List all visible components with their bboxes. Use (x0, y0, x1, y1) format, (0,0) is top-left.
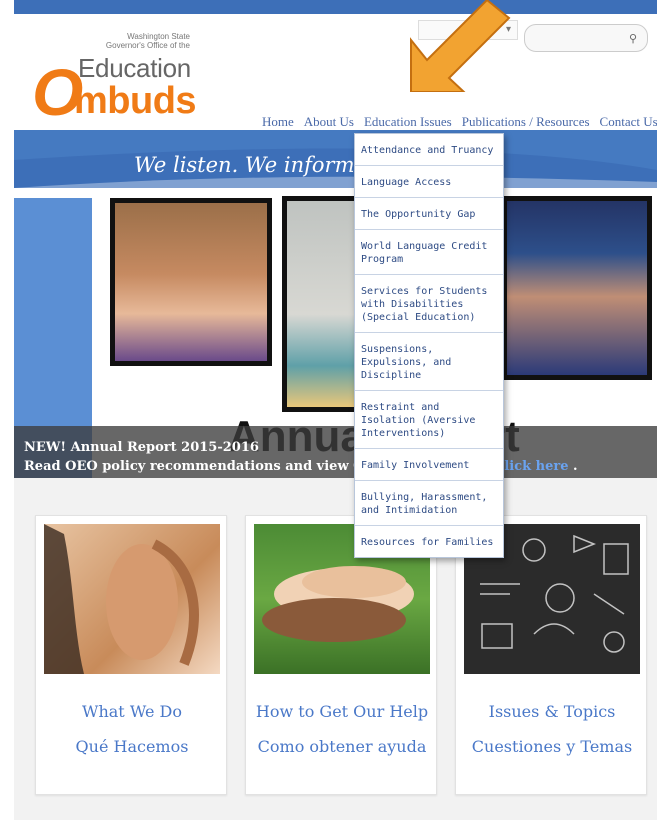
site-content: Washington State Governor's Office of th… (14, 0, 657, 820)
dropdown-item-opportunity-gap[interactable]: The Opportunity Gap (355, 198, 503, 230)
dropdown-item-special-education[interactable]: Services for Students with Disabilities … (355, 275, 503, 333)
news-link-wrap: Click here . (494, 459, 578, 474)
news-headline: NEW! Annual Report 2015-2016 (24, 440, 259, 455)
card-title[interactable]: How to Get Our Help (246, 702, 438, 721)
card-what-we-do[interactable]: What We Do Qué Hacemos (35, 515, 227, 795)
dropdown-item-family-involvement[interactable]: Family Involvement (355, 449, 503, 481)
search-input[interactable]: ⚲ (524, 24, 648, 52)
page-frame-right (657, 0, 671, 820)
logo-agency: Washington State Governor's Office of th… (74, 32, 190, 50)
tagline-banner: We listen. We inform. W blems. (14, 130, 657, 188)
page: Washington State Governor's Office of th… (0, 0, 671, 820)
hero-photo-girl (110, 198, 272, 366)
news-body: Read OEO policy recommendations and view… (24, 459, 365, 474)
card-subtitle[interactable]: Qué Hacemos (36, 737, 228, 756)
logo-line-2: Governor's Office of the (105, 41, 190, 50)
hero-photo-graduate (502, 196, 652, 380)
search-icon[interactable]: ⚲ (629, 32, 637, 45)
dropdown-item-attendance[interactable]: Attendance and Truancy (355, 134, 503, 166)
orange-arrow-icon (410, 0, 511, 92)
header: Washington State Governor's Office of th… (14, 14, 657, 144)
card-image-listening-ear (44, 524, 220, 674)
card-subtitle[interactable]: Cuestiones y Temas (456, 737, 648, 756)
card-title[interactable]: What We Do (36, 702, 228, 721)
dropdown-item-discipline[interactable]: Suspensions, Expulsions, and Discipline (355, 333, 503, 391)
ear-icon (44, 524, 199, 674)
click-here-link[interactable]: Click here (494, 459, 569, 474)
news-link-period: . (568, 459, 578, 474)
dropdown-item-bullying[interactable]: Bullying, Harassment, and Intimidation (355, 481, 503, 526)
dropdown-item-restraint-isolation[interactable]: Restraint and Isolation (Aversive Interv… (355, 391, 503, 449)
card-subtitle[interactable]: Como obtener ayuda (246, 737, 438, 756)
logo-mbuds[interactable]: mbuds (74, 80, 197, 122)
logo-line-1: Washington State (127, 32, 190, 41)
top-bar (14, 0, 657, 14)
card-title[interactable]: Issues & Topics (456, 702, 648, 721)
page-frame-left (0, 0, 14, 820)
dropdown-item-resources-families[interactable]: Resources for Families (355, 526, 503, 557)
dropdown-item-world-language[interactable]: World Language Credit Program (355, 230, 503, 275)
dropdown-item-language-access[interactable]: Language Access (355, 166, 503, 198)
education-issues-dropdown: Attendance and Truancy Language Access T… (354, 133, 504, 558)
